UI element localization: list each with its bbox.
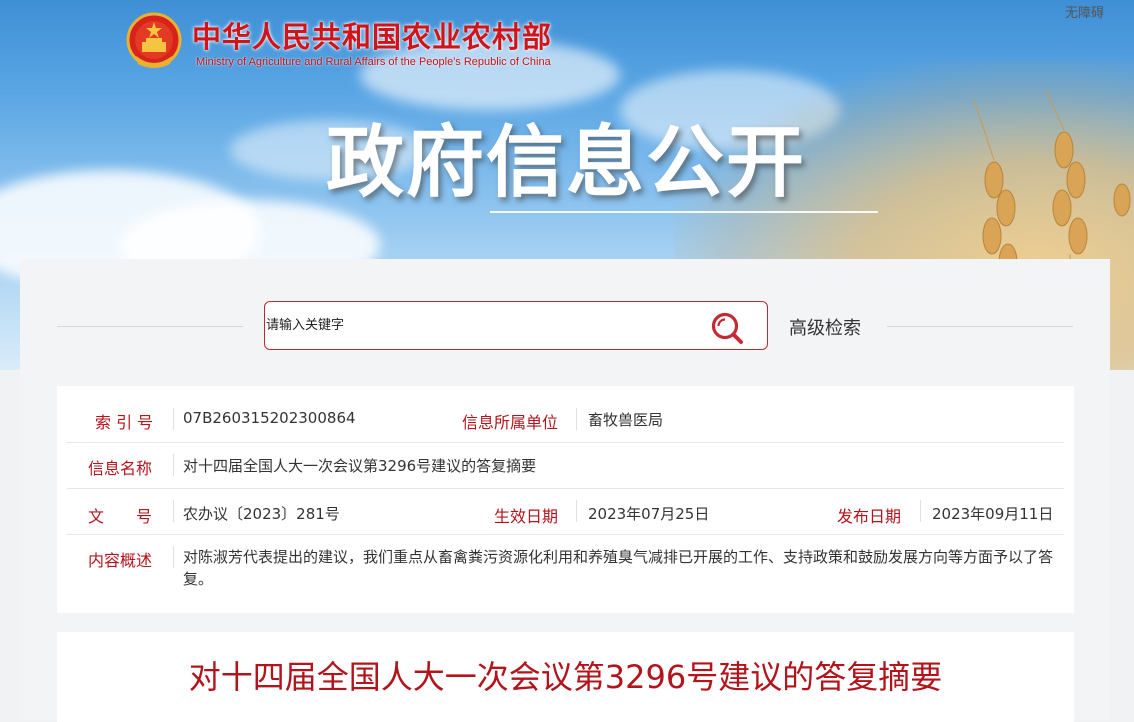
search-box (264, 301, 768, 350)
summary-label: 内容概述 (88, 551, 153, 570)
column-divider (576, 408, 577, 430)
search-input[interactable] (265, 302, 696, 349)
column-divider (173, 546, 174, 568)
effective-date-label: 生效日期 (494, 507, 559, 526)
banner-underline (490, 211, 878, 213)
accessibility-link[interactable]: 无障碍 (1065, 2, 1104, 21)
unit-label: 信息所属单位 (462, 413, 559, 432)
info-row-summary: 内容概述 对陈淑芳代表提出的建议，我们重点从畜禽粪污资源化利用和养殖臭气减排已开… (67, 534, 1064, 600)
banner-title: 政府信息公开 (326, 118, 807, 208)
info-row-doc: 文 号 农办议〔2023〕281号 生效日期 2023年07月25日 发布日期 … (67, 488, 1064, 535)
column-divider (173, 454, 174, 476)
article-card: 对十四届全国人大一次会议第3296号建议的答复摘要 (57, 632, 1074, 722)
column-divider (576, 500, 577, 522)
index-value: 07B260315202300864 (183, 409, 356, 427)
index-label: 索 引 号 (95, 413, 154, 432)
doc-number-label: 文 号 (88, 507, 153, 526)
advanced-search-link[interactable]: 高级检索 (789, 314, 861, 340)
national-emblem-icon (126, 12, 182, 68)
column-divider (920, 500, 921, 522)
search-divider-right (887, 326, 1073, 327)
effective-date-value: 2023年07月25日 (588, 505, 710, 523)
search-divider-left (57, 326, 243, 327)
search-icon[interactable] (709, 310, 745, 346)
article-title: 对十四届全国人大一次会议第3296号建议的答复摘要 (188, 658, 943, 696)
unit-value: 畜牧兽医局 (588, 411, 664, 429)
ministry-name-en[interactable]: Ministry of Agriculture and Rural Affair… (196, 56, 551, 68)
column-divider (173, 500, 174, 522)
doc-number-value: 农办议〔2023〕281号 (183, 505, 340, 523)
name-value: 对十四届全国人大一次会议第3296号建议的答复摘要 (183, 457, 537, 475)
ministry-name-cn[interactable]: 中华人民共和国农业农村部 (192, 14, 552, 56)
info-table: 索 引 号 07B260315202300864 信息所属单位 畜牧兽医局 信息… (57, 386, 1074, 613)
name-label: 信息名称 (88, 459, 153, 478)
publish-date-value: 2023年09月11日 (932, 505, 1054, 523)
column-divider (173, 408, 174, 430)
info-row-index: 索 引 号 07B260315202300864 信息所属单位 畜牧兽医局 (67, 396, 1064, 443)
info-row-name: 信息名称 对十四届全国人大一次会议第3296号建议的答复摘要 (67, 442, 1064, 489)
publish-date-label: 发布日期 (837, 507, 902, 526)
summary-value: 对陈淑芳代表提出的建议，我们重点从畜禽粪污资源化利用和养殖臭气减排已开展的工作、… (183, 548, 1054, 588)
